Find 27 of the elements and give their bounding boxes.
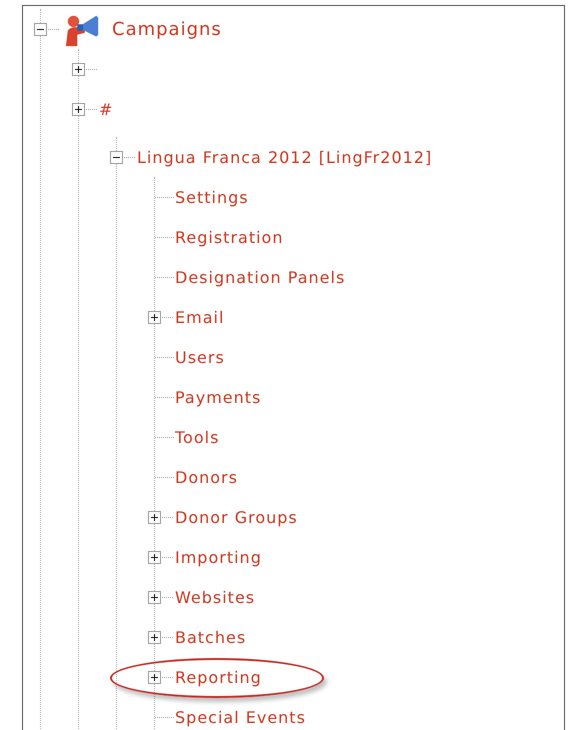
expand-toggle[interactable] bbox=[148, 550, 161, 564]
tree-item-label[interactable]: Importing bbox=[175, 548, 262, 566]
tree-item-label[interactable]: Tools bbox=[175, 428, 220, 446]
expand-toggle[interactable] bbox=[148, 590, 161, 604]
expand-toggle[interactable] bbox=[148, 670, 161, 684]
tree-item-label[interactable]: Lingua Franca 2012 [LingFr2012] bbox=[137, 148, 432, 166]
tree-item-label[interactable]: Settings bbox=[175, 188, 249, 206]
tree-item-label[interactable]: Registration bbox=[175, 228, 284, 246]
tree-item-label[interactable]: Special Events bbox=[175, 708, 306, 726]
expand-toggle[interactable] bbox=[148, 310, 161, 324]
tree-item-label[interactable]: Users bbox=[175, 348, 225, 366]
collapse-toggle[interactable] bbox=[110, 150, 123, 164]
expand-toggle[interactable] bbox=[72, 102, 85, 116]
expand-toggle[interactable] bbox=[148, 630, 161, 644]
tree-item-label[interactable]: Donors bbox=[175, 468, 238, 486]
expand-toggle[interactable] bbox=[148, 510, 161, 524]
collapse-toggle[interactable] bbox=[34, 22, 47, 36]
tree-item-label[interactable]: Donor Groups bbox=[175, 508, 298, 526]
tree-item-label[interactable]: # bbox=[99, 100, 114, 118]
tree-item-label[interactable]: Payments bbox=[175, 388, 262, 406]
tree-item-label[interactable]: Batches bbox=[175, 628, 246, 646]
tree-item-label[interactable]: Websites bbox=[175, 588, 256, 606]
tree-item-label[interactable]: Reporting bbox=[175, 668, 262, 686]
tree-item-label[interactable]: Campaigns bbox=[112, 18, 222, 40]
tree-item-label[interactable]: Email bbox=[175, 308, 224, 326]
expand-toggle[interactable] bbox=[72, 62, 85, 76]
tree-item-label[interactable]: Designation Panels bbox=[175, 268, 346, 286]
